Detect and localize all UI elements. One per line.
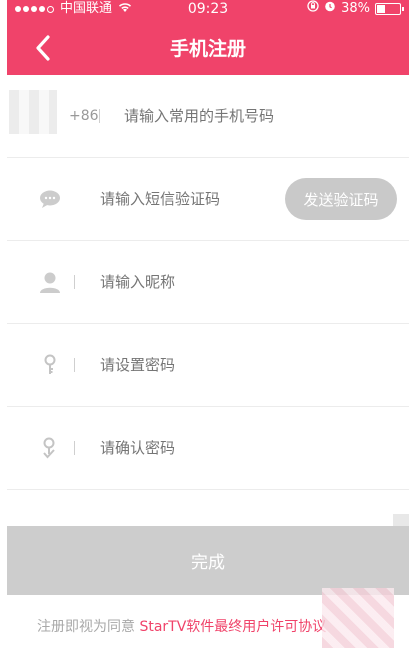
- rotation-lock-icon: [307, 0, 319, 18]
- status-right: 38%: [307, 0, 404, 18]
- license-agreement-link[interactable]: StarTV软件最终用户许可协议: [139, 619, 326, 635]
- battery-percent: 38%: [341, 1, 370, 16]
- nav-bar: 手机注册: [7, 20, 409, 75]
- sms-row: 发送验证码: [7, 158, 409, 241]
- page-title: 手机注册: [169, 38, 246, 60]
- battery-icon: [375, 3, 404, 15]
- send-code-button[interactable]: 发送验证码: [285, 178, 397, 220]
- password-row: [7, 324, 409, 407]
- country-code[interactable]: +86: [69, 108, 99, 124]
- key-check-icon: [37, 435, 63, 461]
- nickname-input[interactable]: [100, 273, 280, 291]
- submit-button[interactable]: 完成: [7, 526, 409, 595]
- app-header: 中国联通 09:23 38% 手机注册: [7, 0, 409, 75]
- chat-bubble-icon: [37, 186, 63, 212]
- agreement-prefix: 注册即视为同意: [37, 619, 135, 635]
- divider: [74, 441, 75, 455]
- divider: [74, 358, 75, 372]
- watermark-mosaic: [322, 588, 394, 648]
- confirm-password-input[interactable]: [100, 439, 280, 457]
- confirm-password-row: [7, 407, 409, 490]
- battery-fill: [377, 5, 385, 13]
- registration-form: +86 发送验证码: [7, 75, 409, 490]
- nickname-row: [7, 241, 409, 324]
- phone-input[interactable]: [124, 107, 344, 125]
- password-input[interactable]: [100, 356, 280, 374]
- key-icon: [37, 352, 63, 378]
- divider: [99, 109, 100, 123]
- status-bar: 中国联通 09:23 38%: [7, 0, 409, 18]
- divider: [74, 275, 75, 289]
- user-icon: [37, 269, 63, 295]
- agreement-text: 注册即视为同意 StarTV软件最终用户许可协议: [37, 616, 326, 636]
- phone-row: +86: [7, 75, 409, 158]
- alarm-icon: [324, 0, 336, 18]
- sms-code-input[interactable]: [100, 190, 280, 208]
